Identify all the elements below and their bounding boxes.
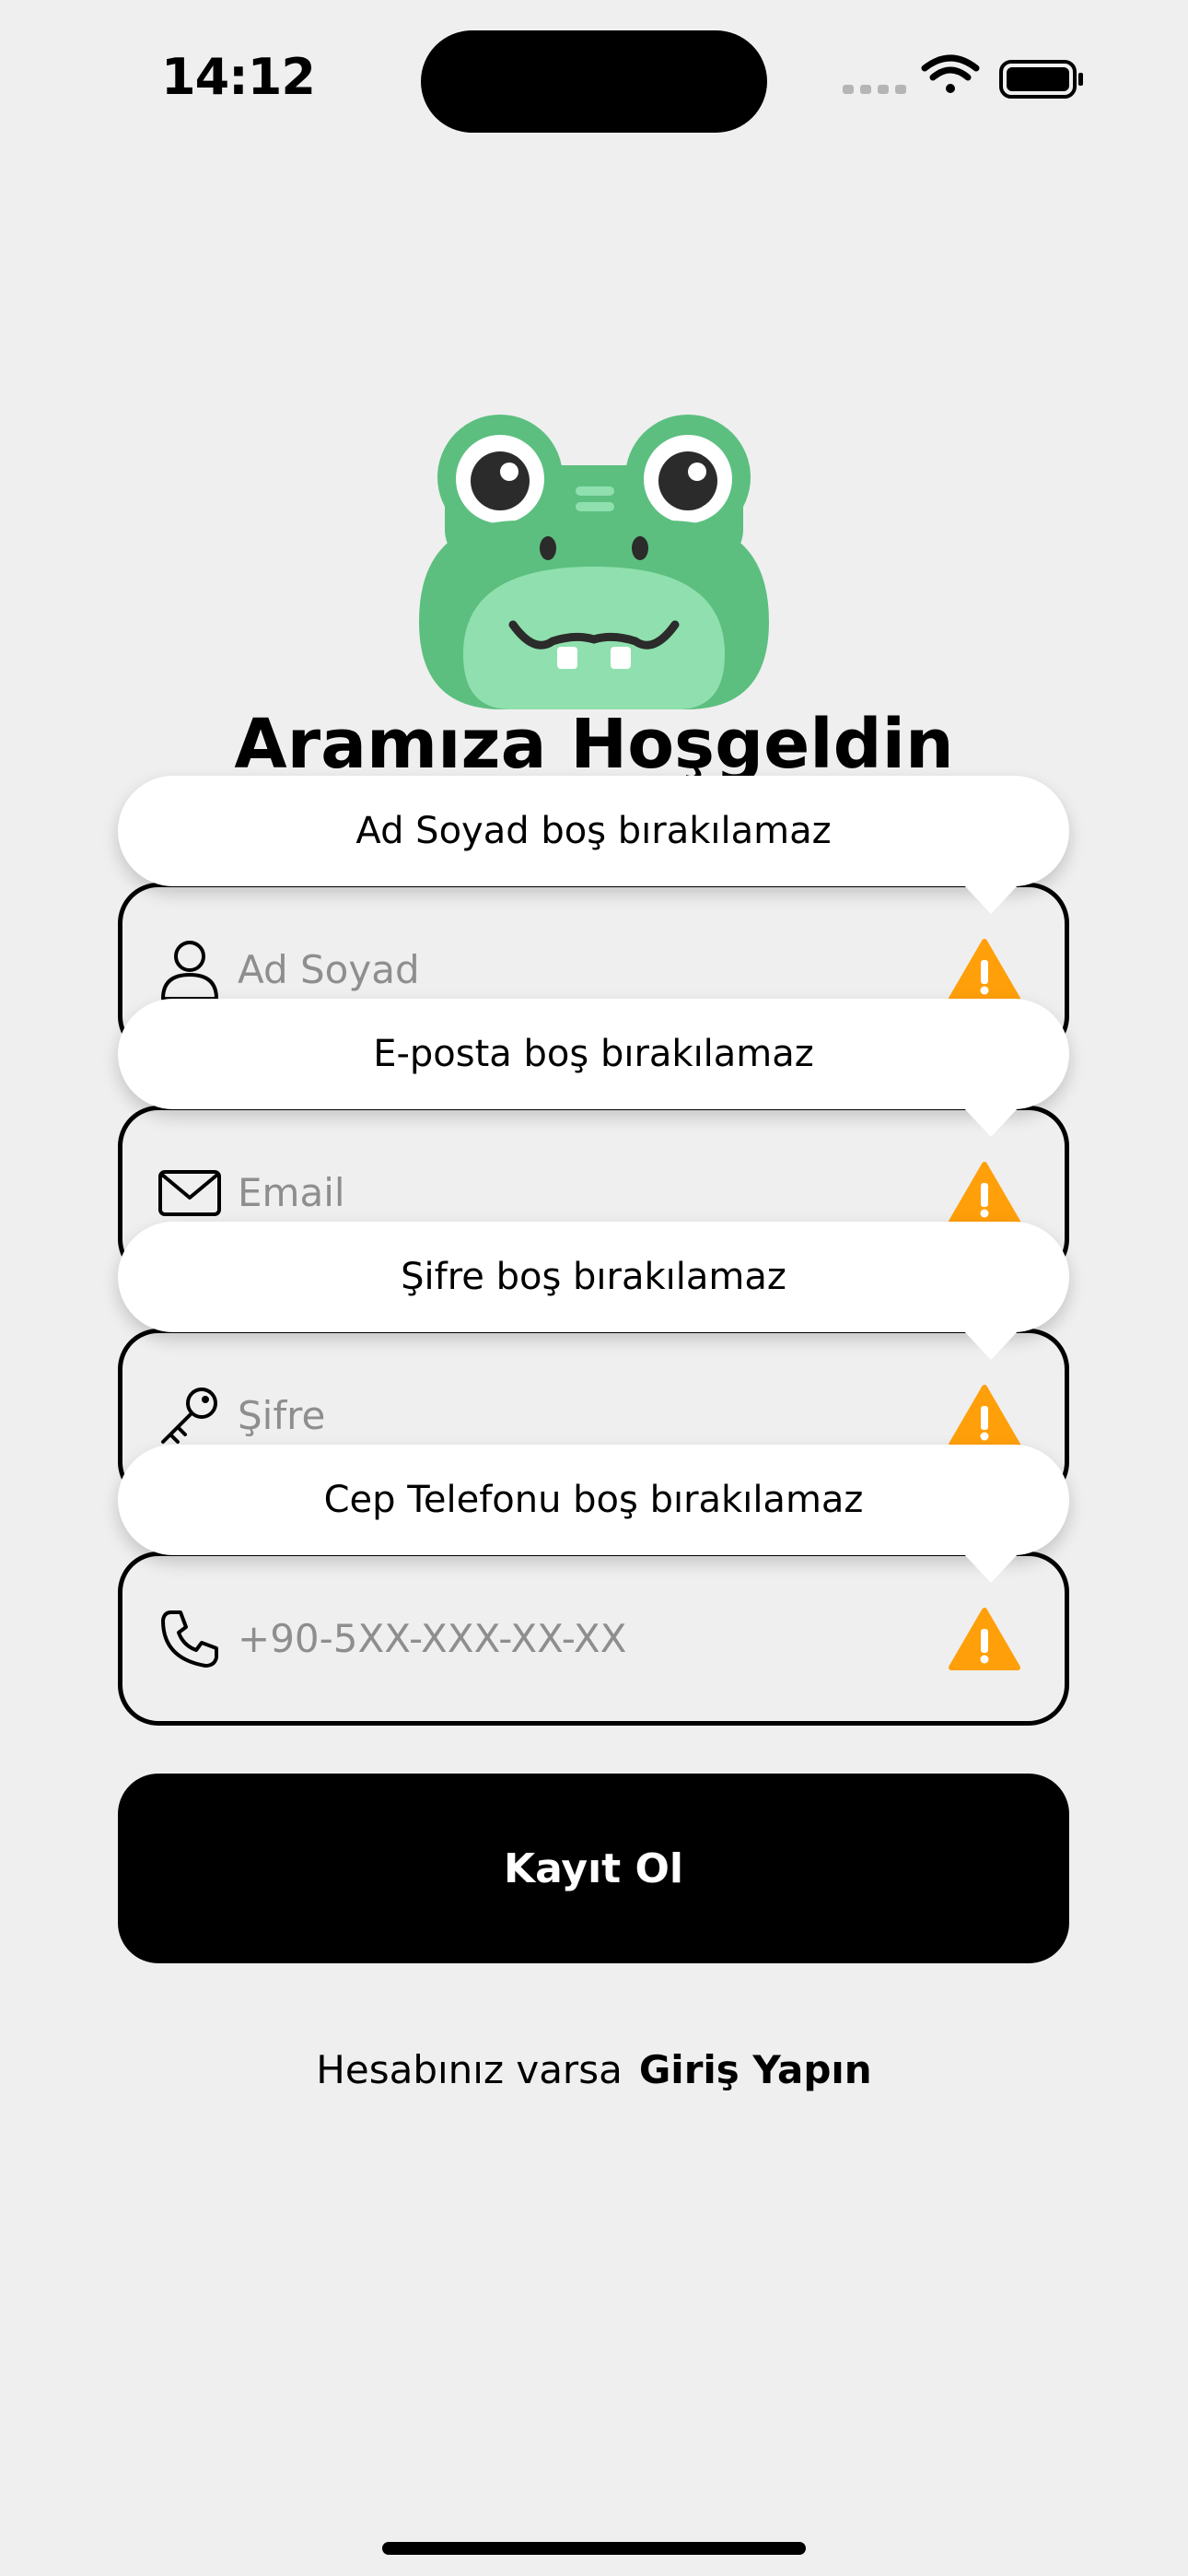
phone-input[interactable] bbox=[238, 1606, 938, 1671]
register-screen: 14:12 Aramıza Hoşgeldin Ad Soyad Email +… bbox=[0, 0, 1188, 2576]
welcome-title: Aramıza Hoşgeldin bbox=[234, 705, 954, 784]
password-input[interactable] bbox=[238, 1383, 938, 1448]
wifi-icon bbox=[921, 54, 980, 93]
login-prompt: Hesabınız varsa Giriş Yapın bbox=[0, 2047, 1188, 2092]
key-icon bbox=[161, 1387, 217, 1444]
full-name-error-tooltip: Ad Soyad boş bırakılamaz bbox=[118, 776, 1069, 914]
status-time: 14:12 bbox=[161, 48, 316, 106]
phone-icon bbox=[161, 1610, 218, 1668]
email-input[interactable] bbox=[238, 1160, 938, 1225]
phone-error-tooltip: Cep Telefonu boş bırakılamaz bbox=[118, 1445, 1069, 1583]
battery-icon bbox=[999, 60, 1083, 99]
login-prompt-text: Hesabınız varsa bbox=[316, 2047, 623, 2092]
status-icons bbox=[843, 54, 1083, 99]
frog-mascot-logo bbox=[419, 415, 769, 709]
email-error-tooltip: E-posta boş bırakılamaz bbox=[118, 999, 1069, 1137]
warning-icon bbox=[949, 1161, 1020, 1224]
warning-icon bbox=[949, 1607, 1020, 1670]
home-indicator[interactable] bbox=[382, 2542, 806, 2555]
dynamic-island bbox=[421, 30, 767, 133]
login-link[interactable]: Giriş Yapın bbox=[639, 2047, 872, 2092]
warning-icon bbox=[949, 1384, 1020, 1447]
warning-icon bbox=[949, 938, 1020, 1001]
register-button[interactable]: Kayıt Ol bbox=[118, 1774, 1069, 1963]
full-name-input[interactable] bbox=[238, 937, 938, 1002]
cellular-signal-icon bbox=[843, 85, 906, 94]
password-error-tooltip: Şifre boş bırakılamaz bbox=[118, 1222, 1069, 1360]
phone-field[interactable] bbox=[118, 1551, 1069, 1726]
person-icon bbox=[161, 940, 218, 1001]
envelope-icon bbox=[158, 1169, 221, 1216]
